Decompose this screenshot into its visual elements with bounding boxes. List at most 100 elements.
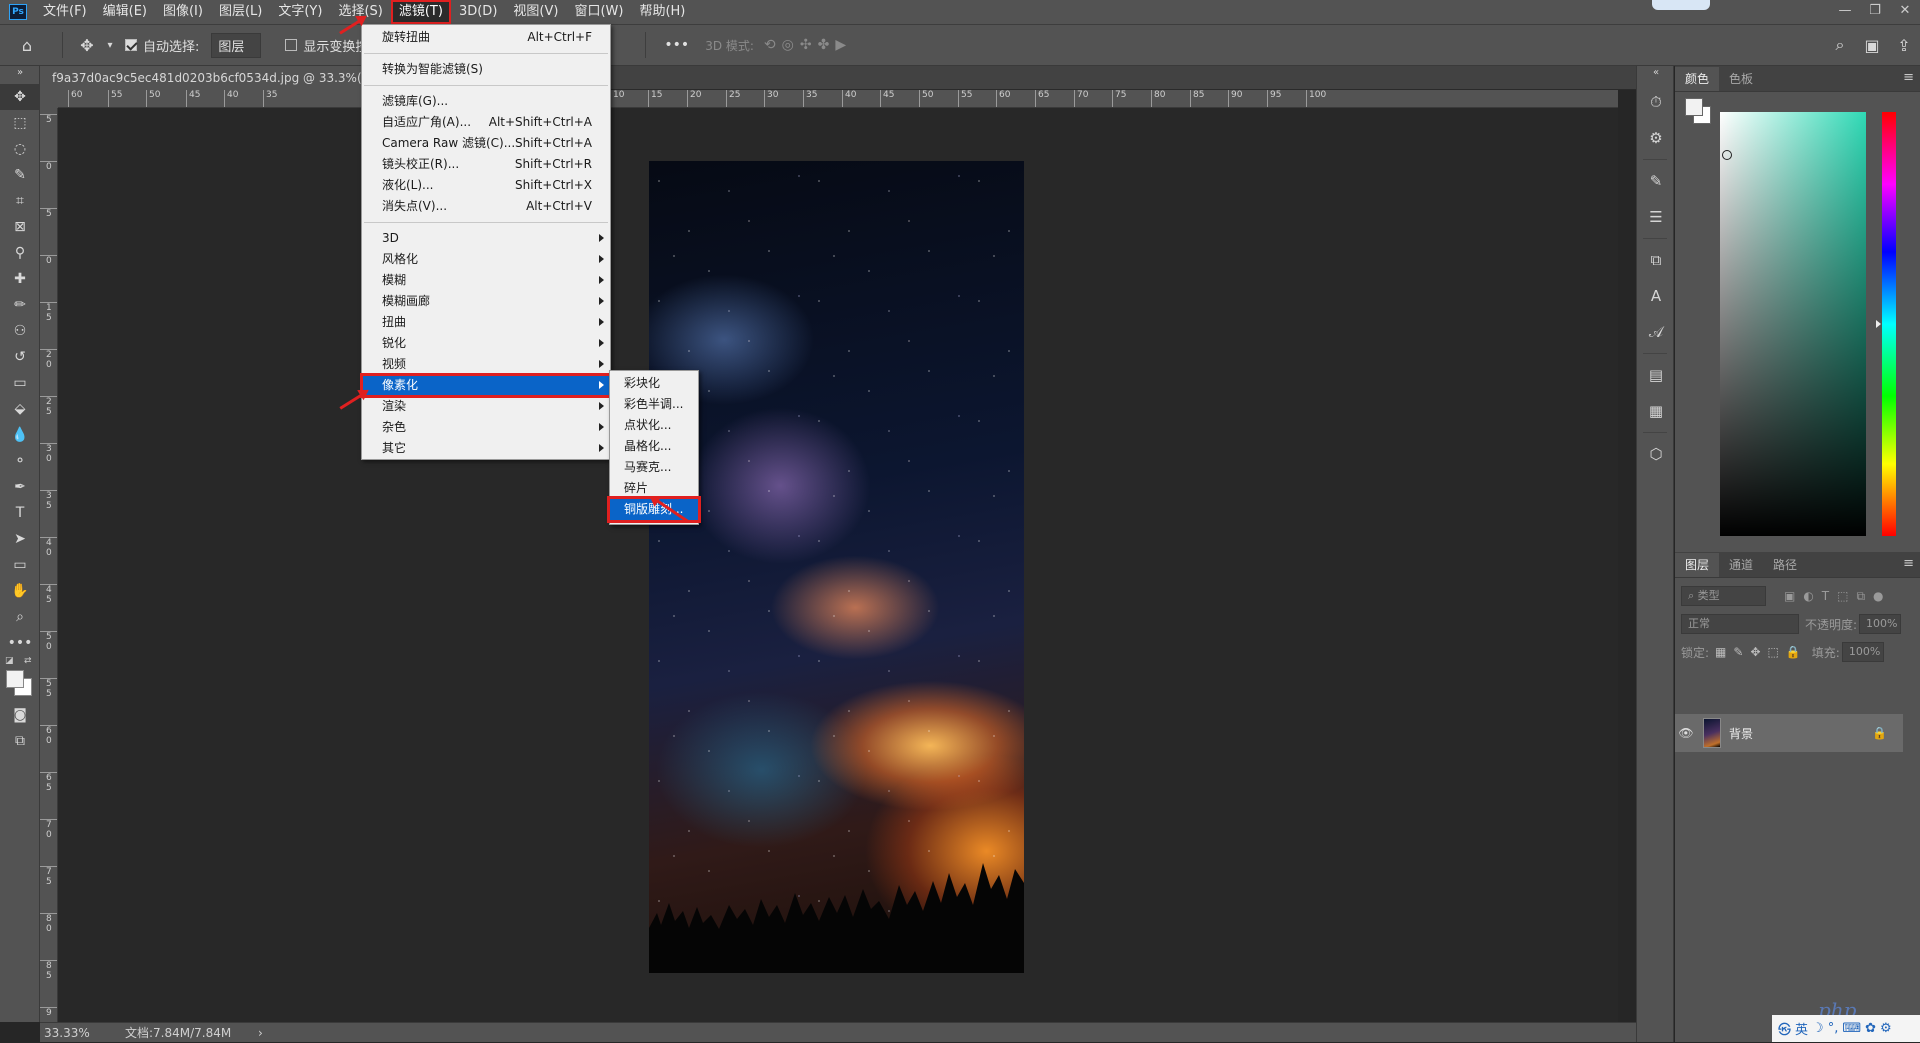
tab-paths[interactable]: 路径 [1763,553,1807,577]
move-tool-icon[interactable]: ✥ [71,36,103,55]
properties-icon[interactable]: ⚙ [1637,120,1675,156]
submenu-item-10[interactable]: 其它 [362,438,610,459]
color-swatches[interactable]: ◪ ⇄ [0,656,40,702]
edit-toolbar-icon[interactable]: ••• [0,630,40,656]
layer-thumbnail[interactable] [1703,718,1721,748]
submenu-item-3[interactable]: 模糊画廊 [362,291,610,312]
submenu-item-4[interactable]: 扭曲 [362,312,610,333]
panel-menu-icon[interactable]: ≡ [1903,556,1914,571]
submenu-item-6[interactable]: 视频 [362,354,610,375]
moon-icon[interactable]: ☽ [1812,1021,1824,1036]
brush-settings-icon[interactable]: ✎ [1637,163,1675,199]
show-transform-checkbox[interactable] [285,39,298,51]
submenu-item-9[interactable]: 杂色 [362,417,610,438]
menu-8[interactable]: 视图(V) [505,0,566,24]
healing-brush-tool-icon[interactable]: ✚ [0,266,40,292]
collapse-icon[interactable]: « [1637,66,1675,84]
collapse-icon[interactable]: » [0,66,40,84]
menu-item-convert-smart-filter[interactable]: 转换为智能滤镜(S) [362,59,610,80]
restore-button[interactable]: ❐ [1860,0,1890,24]
quick-mask-icon[interactable]: ◙ [0,702,40,728]
swap-colors-icon[interactable]: ⇄ [24,656,32,666]
history-icon[interactable]: ⏱ [1637,84,1675,120]
chevron-down-icon[interactable]: ▾ [103,40,117,51]
layer-filter-dropdown[interactable]: ⌕ 类型 [1681,586,1766,606]
roll-3d-icon[interactable]: ◎ [782,37,794,53]
workspace-icon[interactable]: ▣ [1856,36,1888,55]
close-button[interactable]: ✕ [1890,0,1920,24]
character-icon[interactable]: A [1637,278,1675,314]
more-options-button[interactable]: ••• [664,37,689,53]
history-brush-tool-icon[interactable]: ↺ [0,344,40,370]
brush-tool-icon[interactable]: ✏ [0,292,40,318]
foreground-color-swatch[interactable] [1685,98,1703,116]
menu-item-filter-3[interactable]: 镜头校正(R)... Shift+Ctrl+R [362,154,610,175]
settings-icon[interactable]: ⚙ [1880,1021,1892,1036]
canvas-area[interactable] [58,108,1618,1022]
menu-item-filter-1[interactable]: 自适应广角(A)... Alt+Shift+Ctrl+A [362,112,610,133]
lasso-tool-icon[interactable]: ◌ [0,136,40,162]
rectangle-tool-icon[interactable]: ▭ [0,552,40,578]
menu-item-twirl[interactable]: 旋转扭曲 Alt+Ctrl+F [362,27,610,48]
frame-tool-icon[interactable]: ⊠ [0,214,40,240]
layer-filter-icons[interactable]: ▣◐T⬚⧉● [1784,589,1892,604]
punctuation-icon[interactable]: °, [1828,1021,1839,1036]
pixelate-item-4[interactable]: 马赛克... [610,457,698,478]
skin-icon[interactable]: ✿ [1865,1021,1876,1036]
zoom-level[interactable]: 33.33% [44,1023,90,1043]
menu-6[interactable]: 滤镜(T) [390,0,451,24]
submenu-item-8[interactable]: 渲染 [362,396,610,417]
menu-1[interactable]: 编辑(E) [95,0,155,24]
menu-3[interactable]: 图层(L) [211,0,270,24]
eyedropper-tool-icon[interactable]: ⚲ [0,240,40,266]
3d-icon[interactable]: ⬡ [1637,436,1675,472]
tab-swatches[interactable]: 色板 [1719,67,1763,91]
menu-item-filter-4[interactable]: 液化(L)... Shift+Ctrl+X [362,175,610,196]
tab-color[interactable]: 颜色 [1675,67,1720,91]
blend-mode-dropdown[interactable]: 正常 [1681,614,1799,634]
menu-item-filter-5[interactable]: 消失点(V)... Alt+Ctrl+V [362,196,610,217]
layer-row-background[interactable]: 👁 背景 🔒 [1675,714,1903,752]
foreground-color-swatch[interactable] [6,670,24,688]
document-tab[interactable]: f9a37d0ac9c5ec481d0203b6cf0534d.jpg @ 33… [40,66,370,90]
eraser-tool-icon[interactable]: ▭ [0,370,40,396]
menu-2[interactable]: 图像(I) [155,0,211,24]
search-icon[interactable]: ⌕ [1824,35,1856,55]
actions-icon[interactable]: ▤ [1637,357,1675,393]
share-icon[interactable]: ⇪ [1888,36,1920,55]
status-chevron-icon[interactable]: › [258,1023,263,1043]
menu-10[interactable]: 帮助(H) [631,0,693,24]
eye-icon[interactable]: 👁 [1675,726,1697,740]
lock-icon[interactable]: 🔒 [1872,726,1887,740]
quick-select-tool-icon[interactable]: ✎ [0,162,40,188]
dodge-tool-icon[interactable]: ⚬ [0,448,40,474]
color-field[interactable] [1720,112,1866,536]
fill-input[interactable]: 100% [1841,642,1884,662]
menu-0[interactable]: 文件(F) [35,0,95,24]
hue-slider[interactable] [1882,112,1896,536]
menu-4[interactable]: 文字(Y) [270,0,330,24]
clone-source-icon[interactable]: ⧉ [1637,242,1675,278]
lock-icons[interactable]: ▦✎✥⬚🔒 [1715,645,1808,659]
ruler-corner[interactable] [40,90,58,108]
zoom-tool-icon[interactable]: ⌕ [0,604,40,630]
slide-3d-icon[interactable]: ✤ [818,37,830,53]
adjustments-icon[interactable]: ☰ [1637,199,1675,235]
submenu-item-0[interactable]: 3D [362,228,610,249]
pixelate-item-2[interactable]: 点状化... [610,415,698,436]
glyphs-icon[interactable]: 𝒜 [1637,314,1675,350]
menu-item-filter-2[interactable]: Camera Raw 滤镜(C)... Shift+Ctrl+A [362,133,610,154]
default-colors-icon[interactable]: ◪ [5,656,14,666]
screen-mode-icon[interactable]: ⧉ [0,728,40,754]
pan-3d-icon[interactable]: ✣ [800,37,812,53]
keyboard-icon[interactable]: ⌨ [1842,1021,1861,1036]
minimize-button[interactable]: — [1830,0,1860,24]
submenu-item-5[interactable]: 锐化 [362,333,610,354]
pixelate-item-0[interactable]: 彩块化 [610,373,698,394]
color-picker-marker[interactable] [1722,150,1732,160]
paint-bucket-tool-icon[interactable]: ⬙ [0,396,40,422]
auto-select-target-dropdown[interactable]: 图层 [211,32,262,58]
tab-layers[interactable]: 图层 [1675,553,1720,577]
blur-tool-icon[interactable]: 💧 [0,422,40,448]
menu-9[interactable]: 窗口(W) [566,0,631,24]
